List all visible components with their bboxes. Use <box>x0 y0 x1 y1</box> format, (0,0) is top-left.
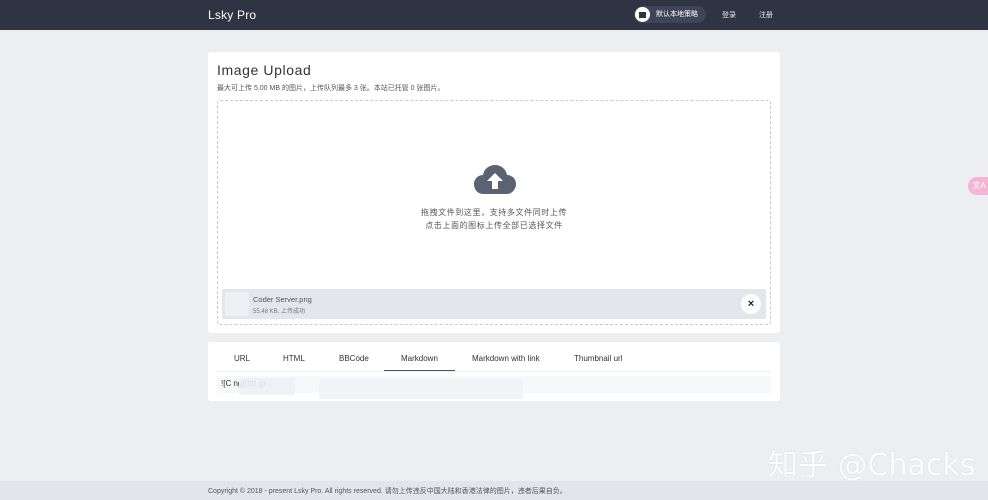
tab-thumbnail-url[interactable]: Thumbnail url <box>574 354 622 363</box>
file-thumbnail <box>225 292 249 316</box>
footer: Copyright © 2018 - present Lsky Pro. All… <box>0 481 988 500</box>
translate-button[interactable]: 文A <box>968 177 988 195</box>
page-title: Image Upload <box>217 62 312 78</box>
tab-divider <box>217 371 771 372</box>
storage-strategy-button[interactable]: 默认本地策略 <box>634 6 706 23</box>
links-card: URL HTML BBCode Markdown Markdown with l… <box>208 342 780 401</box>
link-output-field[interactable]: ![C ng](htt g) <box>217 376 771 399</box>
redacted-region <box>239 378 295 395</box>
file-meta: 55.48 KB, 上传成功 <box>253 309 306 315</box>
storage-strategy-label: 默认本地策略 <box>656 11 698 18</box>
footer-text: Copyright © 2018 - present Lsky Pro. All… <box>208 488 567 495</box>
tab-bbcode[interactable]: BBCode <box>339 354 369 363</box>
tab-markdown[interactable]: Markdown <box>401 354 438 363</box>
redacted-region <box>319 379 523 399</box>
upload-dropzone[interactable]: 拖拽文件到这里，支持多文件同时上传 点击上面的图标上传全部已选择文件 Coder… <box>217 100 771 325</box>
file-name: Coder Server.png <box>253 295 312 304</box>
dropzone-hint-secondary: 点击上面的图标上传全部已选择文件 <box>425 221 563 230</box>
login-link[interactable]: 登录 <box>722 10 736 20</box>
tab-html[interactable]: HTML <box>283 354 305 363</box>
remove-file-button[interactable]: × <box>741 294 761 314</box>
list-icon <box>635 7 650 22</box>
cloud-upload-icon[interactable] <box>474 164 516 196</box>
upload-file-item: Coder Server.png 55.48 KB, 上传成功 × <box>222 289 766 319</box>
watermark: 知乎 @Chacks <box>768 448 976 483</box>
tab-url[interactable]: URL <box>234 354 250 363</box>
dropzone-hint-primary: 拖拽文件到这里，支持多文件同时上传 <box>420 208 568 217</box>
tab-markdown-with-link[interactable]: Markdown with link <box>472 354 540 363</box>
top-navbar: Lsky Pro 默认本地策略 登录 注册 <box>0 0 988 30</box>
upload-card: Image Upload 最大可上传 5.00 MB 的图片，上传队列最多 3 … <box>208 52 780 333</box>
brand-logo[interactable]: Lsky Pro <box>208 8 256 22</box>
upload-limits-text: 最大可上传 5.00 MB 的图片，上传队列最多 3 张。本站已托管 0 张图片… <box>217 85 445 92</box>
register-link[interactable]: 注册 <box>759 10 773 20</box>
